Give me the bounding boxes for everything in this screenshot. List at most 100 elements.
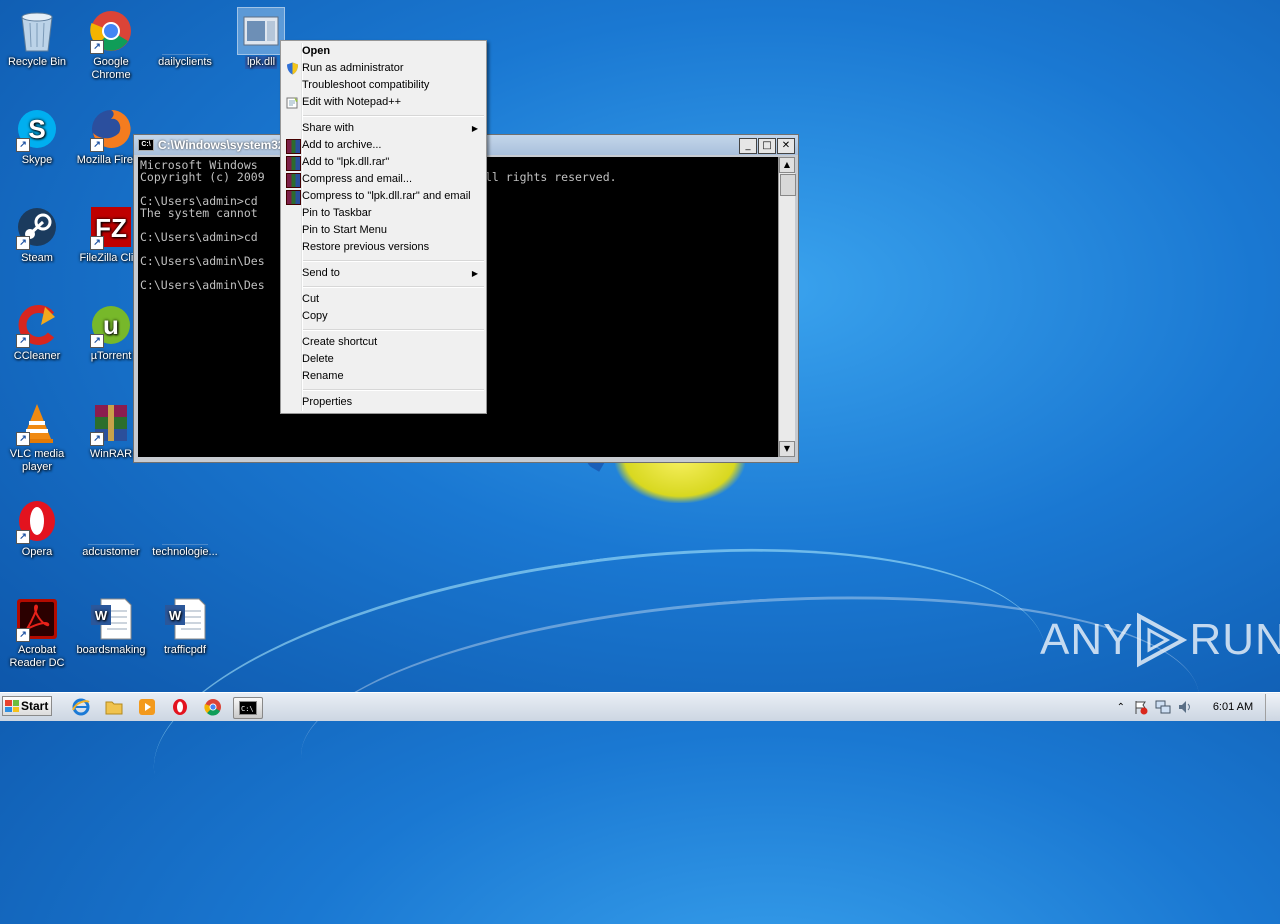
menu-item-add-to-archive[interactable]: Add to archive... [283,137,484,154]
svg-text:u: u [103,310,119,340]
action-center-flag-icon[interactable] [1133,699,1149,715]
blank-file-icon [162,8,208,55]
start-label: Start [21,699,49,713]
desktop-icon-technologie[interactable]: technologie... [148,498,222,559]
blank-file-icon [162,498,208,545]
menu-item-compress-rar-email[interactable]: Compress to "lpk.dll.rar" and email [283,188,484,205]
media-player-icon[interactable] [136,697,158,717]
desktop-icon-label: dailyclients [158,56,212,68]
desktop-icon-trafficpdf[interactable]: W trafficpdf [148,596,222,657]
start-button[interactable]: Start [2,696,52,716]
volume-icon[interactable] [1177,699,1193,715]
watermark-text-left: ANY [1040,615,1134,664]
scroll-thumb[interactable] [780,174,796,196]
minimize-button[interactable]: _ [739,138,757,154]
desktop-icon-adcustomer[interactable]: adcustomer [74,498,148,559]
wallpaper-flower [615,458,745,503]
menu-item-share-with[interactable]: Share with ▶ [283,120,484,137]
menu-item-label: Add to "lpk.dll.rar" [302,156,390,168]
menu-item-label: Delete [302,353,334,365]
menu-item-rename[interactable]: Rename [283,368,484,385]
maximize-button[interactable]: □ [758,138,776,154]
menu-item-add-to-rar[interactable]: Add to "lpk.dll.rar" [283,154,484,171]
menu-separator [303,260,484,262]
menu-item-restore-versions[interactable]: Restore previous versions [283,239,484,256]
desktop-icon-label: Google Chrome [91,56,131,81]
chrome-icon: ↗ [88,8,134,54]
desktop-icon-steam[interactable]: ↗ Steam [0,204,74,265]
menu-item-troubleshoot[interactable]: Troubleshoot compatibility [283,77,484,94]
svg-text:W: W [95,608,108,623]
shortcut-arrow-icon: ↗ [90,334,104,348]
cmd-scrollbar[interactable]: ▲ ▼ [778,157,796,457]
menu-item-label: Share with [302,122,354,134]
desktop-icon-label: trafficpdf [164,644,206,656]
menu-item-copy[interactable]: Copy [283,308,484,325]
desktop-icon-label: Acrobat Reader DC [9,644,65,669]
scroll-down-arrow-icon[interactable]: ▼ [779,441,795,457]
desktop-icon-recycle-bin[interactable]: Recycle Bin [0,8,74,69]
desktop-icon-skype[interactable]: S ↗ Skype [0,106,74,167]
desktop-icon-opera[interactable]: ↗ Opera [0,498,74,559]
winrar-icon: ↗ [88,400,134,446]
context-menu: Open Run as administrator Troubleshoot c… [280,40,487,414]
clock[interactable]: 6:01 AM [1201,701,1265,713]
desktop-icon-label: Skype [21,154,53,166]
svg-text:C:\: C:\ [241,705,254,713]
network-icon[interactable] [1155,699,1171,715]
console-line: Copyright (c) 2009 [140,170,265,184]
menu-item-cut[interactable]: Cut [283,291,484,308]
close-button[interactable]: ✕ [777,138,795,154]
menu-item-label: Copy [302,310,328,322]
shortcut-arrow-icon: ↗ [16,628,30,642]
tray-expand-icon[interactable]: ⌃ [1117,702,1125,713]
menu-item-edit-notepadpp[interactable]: Edit with Notepad++ [283,94,484,111]
steam-icon: ↗ [14,204,60,250]
desktop-icon-label: lpk.dll [244,56,278,69]
desktop-icon-dailyclients[interactable]: dailyclients [148,8,222,69]
scroll-up-arrow-icon[interactable]: ▲ [779,157,795,173]
cmd-title: C:\Windows\system32 [158,138,285,152]
desktop-icon-ccleaner[interactable]: ↗ CCleaner [0,302,74,363]
menu-item-label: Run as administrator [302,62,404,74]
chrome-icon[interactable] [202,697,224,717]
opera-icon[interactable] [169,697,191,717]
winrar-icon [286,139,301,154]
menu-item-open[interactable]: Open [283,43,484,60]
menu-separator [303,115,484,117]
explorer-icon[interactable] [103,697,125,717]
shortcut-arrow-icon: ↗ [90,40,104,54]
menu-item-label: Edit with Notepad++ [302,96,402,108]
desktop-icon-vlc[interactable]: ↗ VLC media player [0,400,74,474]
windows-flag-icon [5,700,19,712]
menu-item-label: Create shortcut [302,336,378,348]
dll-file-icon [237,7,285,55]
shortcut-arrow-icon: ↗ [16,432,30,446]
console-line: C:\Users\admin>cd [140,230,258,244]
svg-text:S: S [28,114,45,144]
menu-item-label: Open [302,45,331,57]
menu-item-run-as-admin[interactable]: Run as administrator [283,60,484,77]
menu-item-properties[interactable]: Properties [283,394,484,411]
menu-separator [303,329,484,331]
ie-icon[interactable] [70,697,92,717]
notepadpp-icon [286,96,299,109]
cmd-icon: C:\ [138,139,154,151]
desktop-icon-google-chrome[interactable]: ↗ Google Chrome [74,8,148,82]
show-desktop-button[interactable] [1265,693,1280,721]
cmd-taskbar-button[interactable]: C:\ [233,697,263,719]
menu-item-create-shortcut[interactable]: Create shortcut [283,334,484,351]
menu-item-pin-start[interactable]: Pin to Start Menu [283,222,484,239]
menu-item-delete[interactable]: Delete [283,351,484,368]
menu-item-compress-email[interactable]: Compress and email... [283,171,484,188]
submenu-arrow-icon: ▶ [471,124,478,133]
desktop-icon-boardsmaking[interactable]: W boardsmaking [74,596,148,657]
menu-item-send-to[interactable]: Send to ▶ [283,265,484,282]
shortcut-arrow-icon: ↗ [90,236,104,250]
anyrun-watermark: ANY RUN [1040,612,1280,668]
shortcut-arrow-icon: ↗ [90,138,104,152]
recycle-bin-icon [14,8,60,54]
desktop-icon-label: Steam [21,252,53,264]
desktop-icon-acrobat[interactable]: ↗ Acrobat Reader DC [0,596,74,670]
menu-item-pin-taskbar[interactable]: Pin to Taskbar [283,205,484,222]
